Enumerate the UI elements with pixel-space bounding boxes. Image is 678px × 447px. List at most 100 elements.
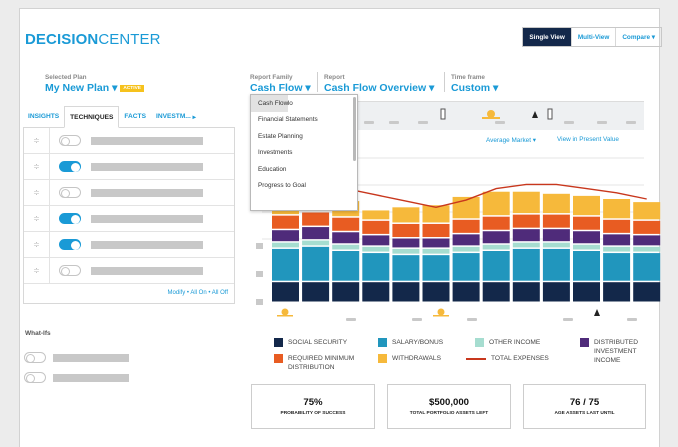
- axis-marker: [256, 271, 263, 277]
- multi-view-button[interactable]: Multi-View: [570, 28, 615, 46]
- dropdown-item[interactable]: Estate Planning: [251, 128, 357, 145]
- bar-segment: [422, 255, 450, 281]
- scrollbar[interactable]: [353, 97, 356, 161]
- techniques-list: ≑ ≑ ≑ ≑ ≑ ≑ Modify • All On • All Off: [23, 128, 235, 304]
- dropdown-item[interactable]: Financial Statements: [251, 112, 357, 129]
- technique-label: [91, 266, 203, 275]
- sun-icon: [437, 308, 445, 316]
- legend-total-expenses: TOTAL EXPENSES: [466, 354, 549, 363]
- bar-segment: [362, 246, 390, 252]
- technique-toggle[interactable]: [59, 239, 81, 250]
- plan-selector[interactable]: Selected Plan My New Plan ▾ ACTIVE: [45, 74, 144, 94]
- technique-toggle[interactable]: [59, 213, 81, 224]
- bar-segment: [302, 240, 330, 246]
- bar-segment: [452, 282, 480, 302]
- whatif-toggle[interactable]: [24, 372, 46, 383]
- timeline-marker: [626, 121, 636, 124]
- dropdown-item[interactable]: Progress to Goal: [251, 178, 357, 195]
- drag-handle-icon[interactable]: ≑: [24, 180, 50, 205]
- sun-horizon: [277, 315, 293, 317]
- axis-marker: [256, 299, 263, 305]
- logo: DECISIONCENTER: [25, 31, 161, 48]
- drag-handle-icon[interactable]: ≑: [24, 258, 50, 283]
- technique-actions[interactable]: Modify • All On • All Off: [168, 290, 228, 296]
- bar-segment: [603, 234, 631, 246]
- legend-line: [466, 358, 486, 360]
- bar-segment: [362, 220, 390, 234]
- timeline-marker: [597, 121, 607, 124]
- bar-segment: [452, 253, 480, 281]
- list-item: ≑: [24, 180, 234, 206]
- bar-segment: [332, 217, 360, 231]
- technique-label: [91, 214, 203, 223]
- sun-horizon: [482, 117, 500, 119]
- timeline-marker: [346, 318, 356, 321]
- timeline-marker: [495, 121, 505, 124]
- tab-insights[interactable]: INSIGHTS: [23, 106, 64, 127]
- bar-segment: [422, 248, 450, 254]
- sun-icon: [281, 308, 289, 316]
- bar-segment: [573, 251, 600, 281]
- timeline-marker: [467, 318, 477, 321]
- legend-other-income: OTHER INCOME: [475, 338, 540, 347]
- bar-segment: [362, 253, 390, 281]
- axis-marker: [256, 243, 263, 249]
- report-family-dropdown: Cash FlowMonte CarloFinancial Statements…: [250, 94, 358, 211]
- present-value-link[interactable]: View in Present Value: [557, 136, 619, 143]
- dropdown-item[interactable]: Education: [251, 161, 357, 178]
- single-view-button[interactable]: Single View: [523, 28, 571, 46]
- bar-segment: [512, 248, 540, 281]
- bar-segment: [603, 246, 631, 252]
- technique-toggle[interactable]: [59, 187, 81, 198]
- compare-button[interactable]: Compare ▾: [615, 28, 661, 46]
- drag-handle-icon[interactable]: ≑: [24, 128, 50, 153]
- bar-segment: [512, 229, 540, 242]
- drag-handle-icon[interactable]: ≑: [24, 154, 50, 179]
- tab-facts[interactable]: FACTS: [119, 106, 151, 127]
- bar-segment: [302, 246, 330, 281]
- bar-segment: [272, 282, 299, 302]
- report-selector[interactable]: Report Cash Flow Overview ▾: [324, 74, 434, 94]
- drag-handle-icon[interactable]: ≑: [24, 232, 50, 257]
- bar-segment: [633, 235, 661, 246]
- legend-swatch: [378, 338, 387, 347]
- bar-segment: [482, 231, 510, 244]
- bar-segment: [573, 244, 600, 250]
- dropdown-item[interactable]: Cash Flow: [251, 95, 289, 112]
- tab-investments[interactable]: INVESTM... ▸: [151, 106, 201, 127]
- timeline-marker: [418, 121, 428, 124]
- whatif-toggle[interactable]: [24, 352, 46, 363]
- bar-segment: [332, 282, 360, 302]
- legend-swatch: [274, 338, 283, 347]
- bar-segment: [633, 253, 661, 281]
- average-market-link[interactable]: Average Market ▾: [486, 136, 536, 144]
- whatif-label: [53, 374, 129, 382]
- technique-toggle[interactable]: [59, 135, 81, 146]
- bar-segment: [392, 223, 420, 238]
- bar-segment: [573, 216, 600, 230]
- bar-segment: [482, 191, 510, 216]
- list-item: ≑: [24, 206, 234, 232]
- bar-segment: [422, 223, 450, 238]
- report-family-selector[interactable]: Report Family Cash Flow ▾: [250, 74, 311, 94]
- technique-toggle[interactable]: [59, 161, 81, 172]
- dropdown-item[interactable]: Investments: [251, 145, 357, 162]
- bar-segment: [603, 219, 631, 233]
- bar-segment: [542, 282, 570, 302]
- bar-segment: [452, 246, 480, 252]
- timeline-marker: [627, 318, 637, 321]
- timeline-marker: [364, 121, 374, 124]
- tab-techniques[interactable]: TECHNIQUES: [64, 106, 120, 128]
- milestone-icon: [547, 108, 553, 120]
- bar-segment: [512, 282, 540, 302]
- timeline-marker: [412, 318, 422, 321]
- timeline-marker: [389, 121, 399, 124]
- bar-segment: [603, 199, 631, 219]
- bar-segment: [302, 227, 330, 240]
- drag-handle-icon[interactable]: ≑: [24, 206, 50, 231]
- timeframe-selector[interactable]: Time frame Custom ▾: [451, 74, 498, 94]
- legend-swatch: [378, 354, 387, 363]
- technique-toggle[interactable]: [59, 265, 81, 276]
- technique-label: [91, 188, 203, 197]
- stat-probability: 75% PROBABILITY OF SUCCESS: [251, 384, 375, 429]
